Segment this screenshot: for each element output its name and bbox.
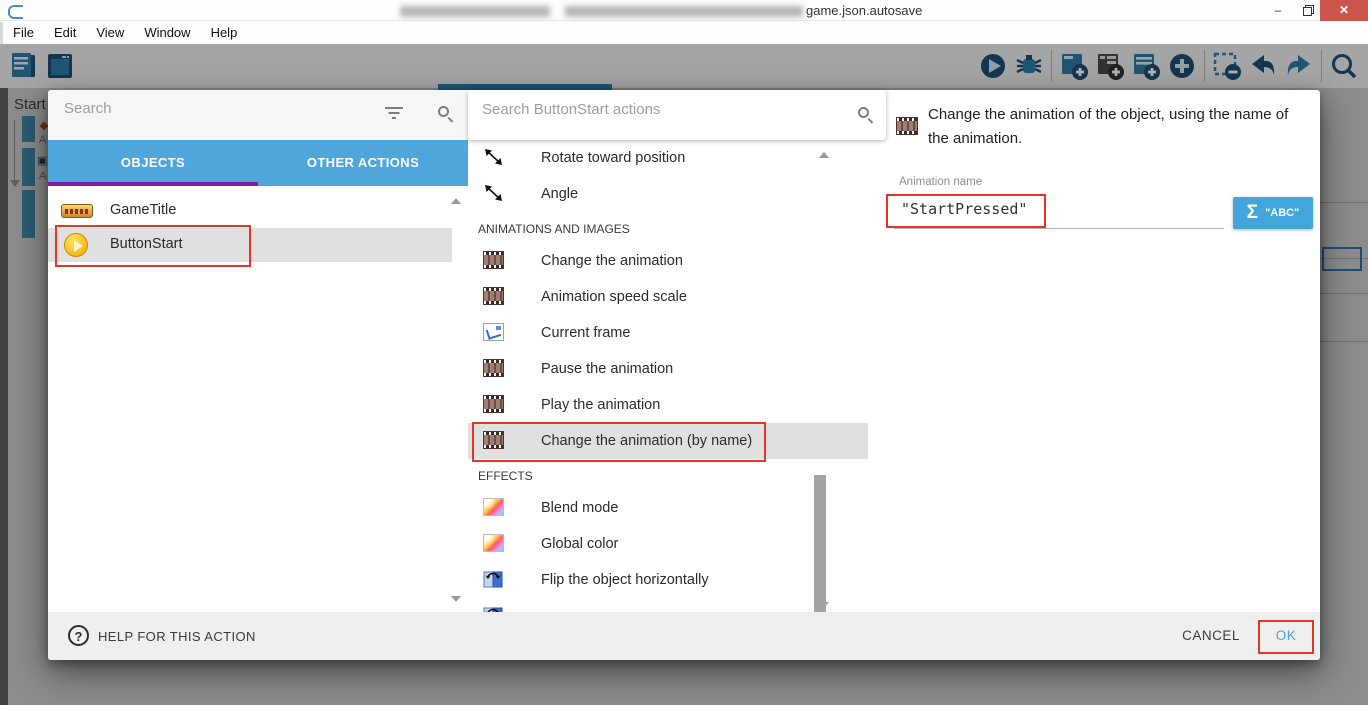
action-label: Pause the animation [541,361,673,377]
film-strip-icon [483,431,504,449]
film-strip-icon [483,395,504,413]
action-search-bar [468,90,886,140]
action-label: Current frame [541,325,630,341]
minimize-button[interactable]: – [1264,0,1292,21]
animation-name-value[interactable]: "StartPressed" [901,200,1027,218]
sigma-icon: Σ [1247,202,1258,223]
angle-arrow-icon [483,148,504,166]
action-label: Global color [541,536,618,552]
menu-item-window[interactable]: Window [134,22,200,44]
action-search-input[interactable] [482,101,822,118]
action-row-pause-the-animation[interactable]: Pause the animation [468,351,868,387]
expression-editor-button[interactable]: Σ"ABC" [1233,197,1313,229]
object-row-gametitle[interactable]: GameTitle [48,194,452,228]
search-icon[interactable] [858,107,869,118]
active-tab-underline [48,182,258,186]
window-title: game.json.autosave [806,3,922,18]
film-strip-icon [483,287,504,305]
scroll-down-icon[interactable] [451,596,461,602]
field-underline [894,228,1224,229]
film-strip-icon [896,117,918,135]
action-row-global-color[interactable]: Global color [468,526,868,562]
action-label: Change the animation (by name) [541,433,752,449]
object-search-bar [48,90,468,140]
object-row-buttonstart[interactable]: ButtonStart [48,228,452,262]
action-row-flip-the-object-horizontally[interactable]: Flip the object horizontally [468,562,868,598]
action-label: Angle [541,186,578,202]
menu-item-edit[interactable]: Edit [44,22,86,44]
filter-icon[interactable] [384,107,404,121]
blurred-title-segment [400,6,550,17]
action-row-rotate-toward-position[interactable]: Rotate toward position [468,140,868,176]
restore-button[interactable] [1294,0,1320,21]
animation-name-label: Animation name [899,176,982,188]
action-label: Blend mode [541,500,618,516]
action-label: Play the animation [541,397,660,413]
object-label: GameTitle [110,202,176,218]
film-strip-icon [483,359,504,377]
scroll-up-icon[interactable] [819,152,829,158]
section-header: ANIMATIONS AND IMAGES [468,212,886,243]
gametitle-thumbnail-icon [61,204,93,218]
action-label: Rotate toward position [541,150,685,166]
action-label: Change the animation [541,253,683,269]
help-icon[interactable]: ? [68,625,89,646]
restore-icon [1303,7,1312,16]
action-description: Change the animation of the object, usin… [928,103,1308,151]
object-tabs: OBJECTS OTHER ACTIONS [48,140,468,186]
search-icon[interactable] [438,106,449,117]
angle-arrow-icon [483,184,504,202]
scrollbar-thumb[interactable] [814,475,826,635]
action-label: Flip the object horizontally [541,572,709,588]
scroll-up-icon[interactable] [451,198,461,204]
close-button[interactable]: ✕ [1320,0,1368,21]
title-bar: game.json.autosave – ✕ [0,0,1368,21]
action-row-play-the-animation[interactable]: Play the animation [468,387,868,423]
rainbow-icon [483,534,504,552]
object-label: ButtonStart [110,236,183,252]
gdevelop-logo-icon [7,2,24,19]
action-row-angle[interactable]: Angle [468,176,868,212]
help-link[interactable]: HELP FOR THIS ACTION [98,629,256,644]
dialog-footer: ? HELP FOR THIS ACTION CANCEL OK [48,612,1320,660]
menu-item-file[interactable]: File [3,22,44,44]
object-search-input[interactable] [64,100,364,117]
play-button-thumbnail-icon [64,233,88,257]
menu-item-view[interactable]: View [86,22,134,44]
ok-button[interactable]: OK [1264,628,1308,643]
menu-item-help[interactable]: Help [201,22,248,44]
action-row-partial[interactable] [468,598,868,612]
flip-icon [483,570,504,588]
action-row-change-the-animation[interactable]: Change the animation [468,243,868,279]
tab-objects[interactable]: OBJECTS [48,140,258,186]
blurred-title-segment [565,6,803,17]
frame-icon [483,323,504,341]
action-row-change-the-animation-by-name-[interactable]: Change the animation (by name) [468,423,868,459]
object-list: GameTitle ButtonStart [48,194,452,262]
action-editor-dialog: OBJECTS OTHER ACTIONS GameTitle ButtonSta… [48,90,1320,660]
film-strip-icon [483,251,504,269]
action-row-animation-speed-scale[interactable]: Animation speed scale [468,279,868,315]
cancel-button[interactable]: CANCEL [1166,628,1256,643]
menu-bar: FileEditViewWindowHelp [0,22,1368,44]
action-label: Animation speed scale [541,289,687,305]
action-row-current-frame[interactable]: Current frame [468,315,868,351]
action-row-blend-mode[interactable]: Blend mode [468,490,868,526]
tab-other-actions[interactable]: OTHER ACTIONS [258,140,468,186]
rainbow-icon [483,498,504,516]
